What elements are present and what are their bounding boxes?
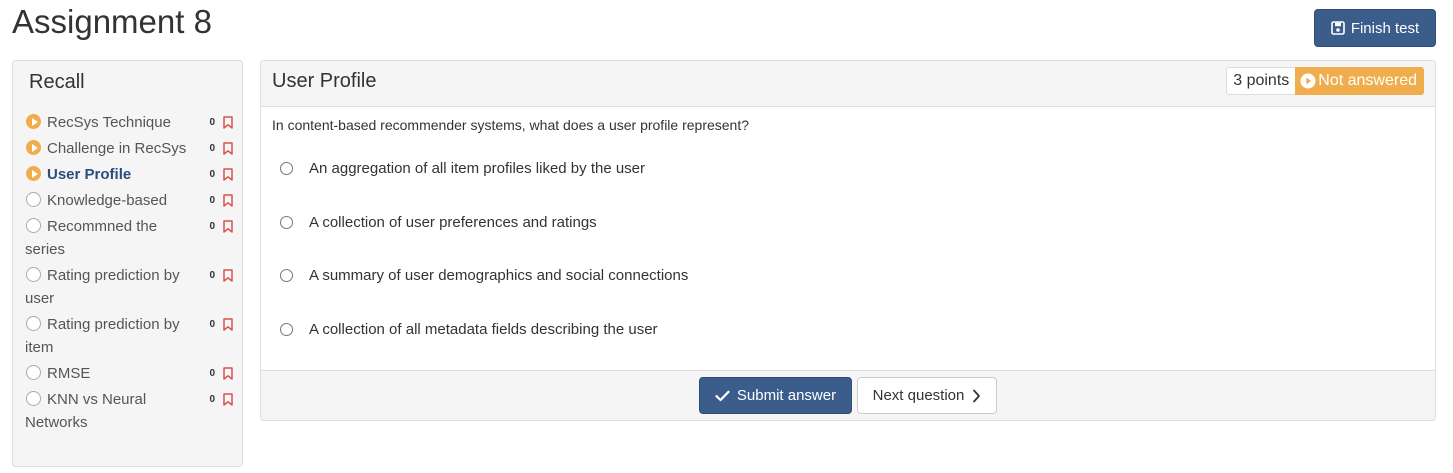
question-count: 0: [209, 270, 215, 281]
empty-circle-icon: [26, 192, 41, 207]
empty-circle-icon: [26, 316, 41, 331]
empty-circle-icon: [26, 267, 41, 282]
bookmark-icon[interactable]: [223, 220, 233, 233]
sidebar-question-label: Knowledge-based: [47, 192, 168, 209]
question-count: 0: [209, 143, 215, 154]
question-count: 0: [209, 319, 215, 330]
sidebar-question-item[interactable]: Knowledge-based 0: [25, 189, 233, 212]
play-circle-icon: [26, 140, 41, 155]
submit-answer-button[interactable]: Submit answer: [699, 377, 852, 414]
question-meta: 0: [209, 388, 233, 411]
sidebar-question-label: Recommned the series: [25, 218, 158, 258]
question-navigation-sidebar: Recall RecSys Technique 0 Challenge in Rec…: [12, 60, 243, 467]
sidebar-question-label: Rating prediction by item: [25, 316, 180, 356]
bookmark-icon[interactable]: [223, 393, 233, 406]
sidebar-question-item[interactable]: Rating prediction by user 0: [25, 264, 233, 310]
chevron-right-icon: [972, 389, 981, 403]
question-meta: 0: [209, 313, 233, 336]
question-badges: 3 points Not answered: [1226, 67, 1424, 95]
sidebar-question-item[interactable]: RecSys Technique 0: [25, 111, 233, 134]
empty-circle-icon: [26, 365, 41, 380]
question-header: User Profile 3 points Not answered: [261, 61, 1435, 107]
bookmark-icon[interactable]: [223, 116, 233, 129]
answer-radio[interactable]: [280, 323, 293, 336]
points-badge: 3 points: [1226, 67, 1296, 95]
next-question-button[interactable]: Next question: [857, 377, 997, 414]
play-circle-icon: [26, 166, 41, 181]
answer-option[interactable]: A summary of user demographics and socia…: [280, 267, 688, 284]
question-count: 0: [209, 221, 215, 232]
sidebar-question-item[interactable]: Rating prediction by item 0: [25, 313, 233, 359]
answer-radio[interactable]: [280, 216, 293, 229]
sidebar-question-label: Rating prediction by user: [25, 267, 180, 307]
question-meta: 0: [209, 189, 233, 212]
question-list: RecSys Technique 0 Challenge in RecSys 0 Use…: [25, 111, 233, 437]
sidebar-question-item[interactable]: KNN vs Neural Networks 0: [25, 388, 233, 434]
floppy-disk-icon: [1331, 21, 1345, 35]
empty-circle-icon: [26, 391, 41, 406]
bookmark-icon[interactable]: [223, 142, 233, 155]
answer-radio[interactable]: [280, 162, 293, 175]
sidebar-question-item[interactable]: User Profile 0: [25, 163, 233, 186]
question-meta: 0: [209, 137, 233, 160]
sidebar-question-label: RecSys Technique: [47, 114, 171, 131]
question-count: 0: [209, 117, 215, 128]
question-meta: 0: [209, 264, 233, 287]
question-count: 0: [209, 169, 215, 180]
bookmark-icon[interactable]: [223, 318, 233, 331]
empty-circle-icon: [26, 218, 41, 233]
question-meta: 0: [209, 111, 233, 134]
play-circle-icon: [26, 114, 41, 129]
question-meta: 0: [209, 163, 233, 186]
status-badge: Not answered: [1295, 67, 1424, 95]
sidebar-question-label: Challenge in RecSys: [47, 140, 187, 157]
finish-test-label: Finish test: [1350, 19, 1420, 37]
question-footer: Submit answer Next question: [261, 370, 1435, 420]
answer-option-label: A collection of user preferences and rat…: [309, 214, 597, 231]
question-count: 0: [209, 368, 215, 379]
sidebar-question-item[interactable]: RMSE 0: [25, 362, 233, 385]
play-circle-icon: [1300, 73, 1316, 89]
status-label: Not answered: [1318, 72, 1417, 89]
answer-option-label: A summary of user demographics and socia…: [309, 267, 689, 284]
finish-test-button[interactable]: Finish test: [1314, 9, 1436, 47]
answer-option-label: An aggregation of all item profiles like…: [309, 160, 646, 177]
next-question-label: Next question: [872, 387, 965, 404]
answer-option[interactable]: A collection of all metadata fields desc…: [280, 321, 658, 338]
question-meta: 0: [209, 215, 233, 238]
sidebar-title: Recall: [29, 71, 85, 93]
question-meta: 0: [209, 362, 233, 385]
question-count: 0: [209, 195, 215, 206]
question-title: User Profile: [272, 70, 377, 92]
page-title: Assignment 8: [12, 3, 212, 40]
bookmark-icon[interactable]: [223, 168, 233, 181]
bookmark-icon[interactable]: [223, 269, 233, 282]
answer-option[interactable]: A collection of user preferences and rat…: [280, 214, 597, 231]
question-text: In content-based recommender systems, wh…: [272, 117, 750, 133]
sidebar-question-label: KNN vs Neural Networks: [25, 391, 147, 431]
answer-option[interactable]: An aggregation of all item profiles like…: [280, 160, 645, 177]
bookmark-icon[interactable]: [223, 194, 233, 207]
answer-radio[interactable]: [280, 269, 293, 282]
question-panel: User Profile 3 points Not answered In co…: [260, 60, 1436, 421]
sidebar-question-item[interactable]: Challenge in RecSys 0: [25, 137, 233, 160]
question-count: 0: [209, 394, 215, 405]
check-icon: [715, 390, 730, 402]
bookmark-icon[interactable]: [223, 367, 233, 380]
answer-option-label: A collection of all metadata fields desc…: [309, 321, 658, 338]
submit-answer-label: Submit answer: [736, 387, 837, 404]
sidebar-question-item[interactable]: Recommned the series 0: [25, 215, 233, 261]
sidebar-question-label: User Profile: [47, 166, 132, 183]
sidebar-question-label: RMSE: [47, 365, 91, 382]
